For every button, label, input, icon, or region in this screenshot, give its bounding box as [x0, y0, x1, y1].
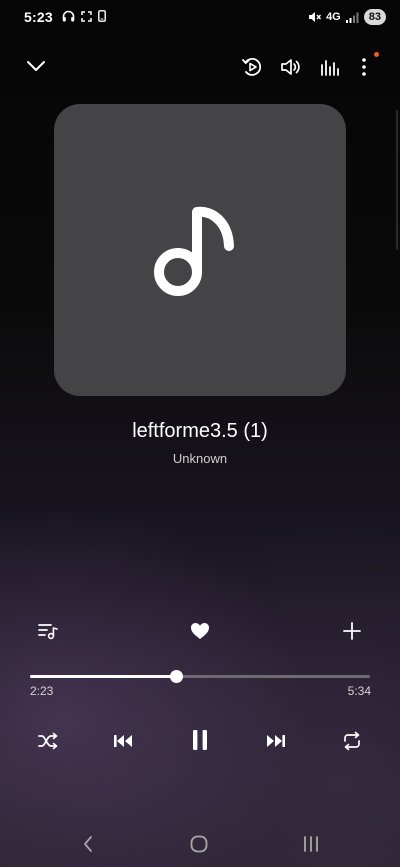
notification-dot — [374, 52, 379, 57]
total-duration: 5:34 — [347, 684, 371, 698]
album-art — [54, 104, 346, 396]
track-title: leftforme3.5 (1) — [132, 420, 268, 442]
status-right-icons: 4G 83 — [308, 9, 386, 25]
phone-icon — [98, 10, 106, 22]
mute-icon — [309, 12, 322, 22]
seek-bar[interactable] — [30, 670, 370, 683]
speaker-icon — [281, 59, 300, 75]
nav-home-button[interactable] — [184, 831, 214, 857]
repeat-icon — [344, 731, 360, 751]
status-left-icons — [62, 10, 106, 22]
music-note-icon — [154, 206, 234, 296]
signal-icon — [345, 12, 359, 23]
skip-previous-icon — [114, 735, 132, 747]
elapsed-time: 2:23 — [30, 684, 54, 698]
equalizer-button[interactable] — [316, 53, 344, 81]
chevron-down-icon — [27, 61, 45, 71]
collapse-button[interactable] — [22, 52, 50, 80]
playlist-icon — [38, 624, 58, 640]
headphones-icon — [62, 10, 75, 22]
more-options-button[interactable] — [352, 53, 376, 81]
pause-button[interactable] — [184, 724, 216, 756]
favorite-button[interactable] — [186, 618, 214, 644]
seek-bar-thumb[interactable] — [169, 670, 183, 683]
more-vertical-icon — [362, 58, 366, 76]
nav-recents-button[interactable] — [297, 831, 325, 857]
nav-back-button[interactable] — [74, 831, 102, 857]
shuffle-button[interactable] — [34, 727, 62, 755]
cast-play-icon — [242, 58, 262, 76]
plus-icon — [343, 622, 361, 640]
next-button[interactable] — [262, 727, 290, 755]
edge-panel-handle[interactable] — [396, 110, 398, 250]
network-type: 4G — [326, 11, 341, 23]
seek-bar-progress — [30, 675, 176, 678]
skip-next-icon — [267, 735, 285, 747]
status-time: 5:23 — [24, 9, 53, 25]
status-bar: 5:23 4G 83 — [0, 0, 400, 34]
track-artist[interactable]: Unknown — [0, 451, 400, 466]
shuffle-icon — [38, 732, 58, 750]
previous-button[interactable] — [109, 727, 137, 755]
queue-button[interactable] — [34, 618, 62, 644]
recents-icon — [304, 836, 318, 852]
smart-view-button[interactable] — [238, 53, 266, 81]
repeat-button[interactable] — [338, 727, 366, 755]
back-icon — [84, 836, 92, 852]
home-icon — [190, 835, 208, 853]
volume-button[interactable] — [277, 53, 305, 81]
pause-icon — [193, 730, 207, 750]
screenshot-icon — [81, 10, 92, 22]
battery-indicator: 83 — [363, 9, 386, 25]
add-to-playlist-button[interactable] — [338, 618, 366, 644]
heart-icon — [191, 623, 209, 639]
equalizer-icon — [321, 60, 339, 76]
